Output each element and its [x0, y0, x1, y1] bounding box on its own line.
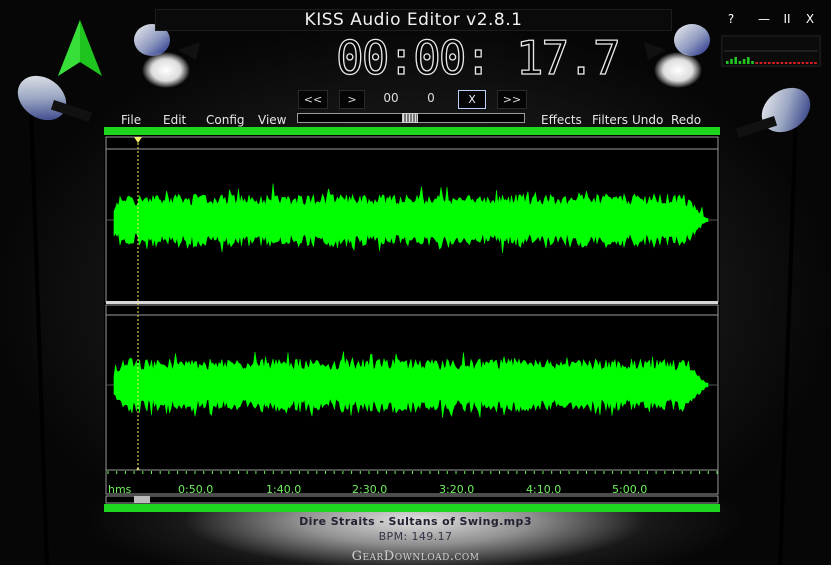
pause-button[interactable]: II — [778, 11, 796, 27]
level-meter-bar — [797, 62, 800, 64]
menu-effects[interactable]: Effects — [541, 113, 582, 127]
level-meter-bar — [793, 62, 796, 64]
minutes-value: 00 — [383, 91, 399, 105]
level-meter-bar — [726, 61, 729, 64]
waveform-editor[interactable]: hms 0:50.0 1:40.0 2:30.0 3:20.0 4:10.0 5… — [104, 127, 720, 512]
level-meter-bar — [772, 62, 775, 64]
minimize-button[interactable]: — — [755, 11, 773, 27]
menu-edit[interactable]: Edit — [163, 113, 186, 127]
horizontal-scrollbar[interactable] — [105, 495, 719, 504]
level-meter-bar — [801, 62, 805, 64]
lamp-stand-left — [29, 108, 49, 565]
level-meter-bar — [810, 62, 813, 64]
timeline-tick-label: 0:50.0 — [178, 483, 214, 496]
level-meter-bar — [755, 62, 758, 64]
lamp-stand-right — [778, 118, 798, 565]
forward-button[interactable]: >> — [497, 90, 527, 109]
menu-file[interactable]: File — [121, 113, 141, 127]
spotlight-icon — [735, 87, 811, 138]
rewind-button[interactable]: << — [298, 90, 328, 109]
timeline-tick-label: 2:30.0 — [352, 483, 388, 496]
status-bpm: BPM: 149.17 — [378, 530, 453, 543]
menu-undo[interactable]: Undo — [632, 113, 663, 127]
level-meter-bar — [805, 62, 809, 64]
menu-config[interactable]: Config — [206, 113, 245, 127]
timeline-tick-label: 4:10.0 — [526, 483, 562, 496]
level-meter-bar — [734, 57, 737, 64]
time-display: 00:00: 17.7 — [335, 31, 621, 85]
level-meter-bar — [776, 62, 779, 64]
bottom-green-bar — [104, 504, 720, 512]
horizontal-scrollbar-thumb[interactable] — [134, 496, 150, 503]
close-button[interactable]: X — [801, 11, 819, 27]
menu-view[interactable]: View — [258, 113, 286, 127]
level-meter-bar — [738, 61, 742, 64]
level-meter-bar — [780, 62, 784, 64]
seconds-value: 0 — [427, 91, 435, 105]
timeline-tick-label: 5:00.0 — [612, 483, 648, 496]
stop-button[interactable]: X — [458, 90, 486, 109]
position-slider[interactable] — [297, 113, 525, 123]
green-arrow-icon[interactable] — [56, 18, 104, 78]
level-meter — [720, 34, 822, 68]
menu-filters[interactable]: Filters — [592, 113, 628, 127]
level-meter-bar — [768, 62, 771, 64]
status-file-name: Dire Straits - Sultans of Swing.mp3 — [299, 515, 532, 528]
level-meter-bar — [747, 57, 750, 64]
menu-redo[interactable]: Redo — [671, 113, 701, 127]
watermark: GearDownload.com — [351, 549, 480, 564]
play-button[interactable]: > — [339, 90, 365, 109]
level-meter-bar — [763, 62, 767, 64]
app-window: KISS Audio Editor v2.8.1 ? — II X 00:00:… — [0, 0, 831, 565]
level-meter-bar — [759, 62, 763, 64]
top-green-bar — [104, 127, 720, 135]
app-title: KISS Audio Editor v2.8.1 — [155, 9, 672, 31]
help-button[interactable]: ? — [722, 11, 740, 27]
level-meter-bar — [751, 61, 754, 64]
channel-divider[interactable] — [106, 301, 718, 304]
timeline-tick-label: 1:40.0 — [266, 483, 302, 496]
position-slider-thumb[interactable] — [402, 113, 418, 123]
timeline-unit-label: hms — [108, 483, 132, 496]
level-meter-bar — [742, 59, 746, 64]
level-meter-bar — [789, 62, 792, 64]
level-meter-bar — [814, 62, 817, 64]
timeline-tick-label: 3:20.0 — [439, 483, 475, 496]
level-meter-bar — [784, 62, 788, 64]
level-meter-bar — [730, 59, 733, 64]
